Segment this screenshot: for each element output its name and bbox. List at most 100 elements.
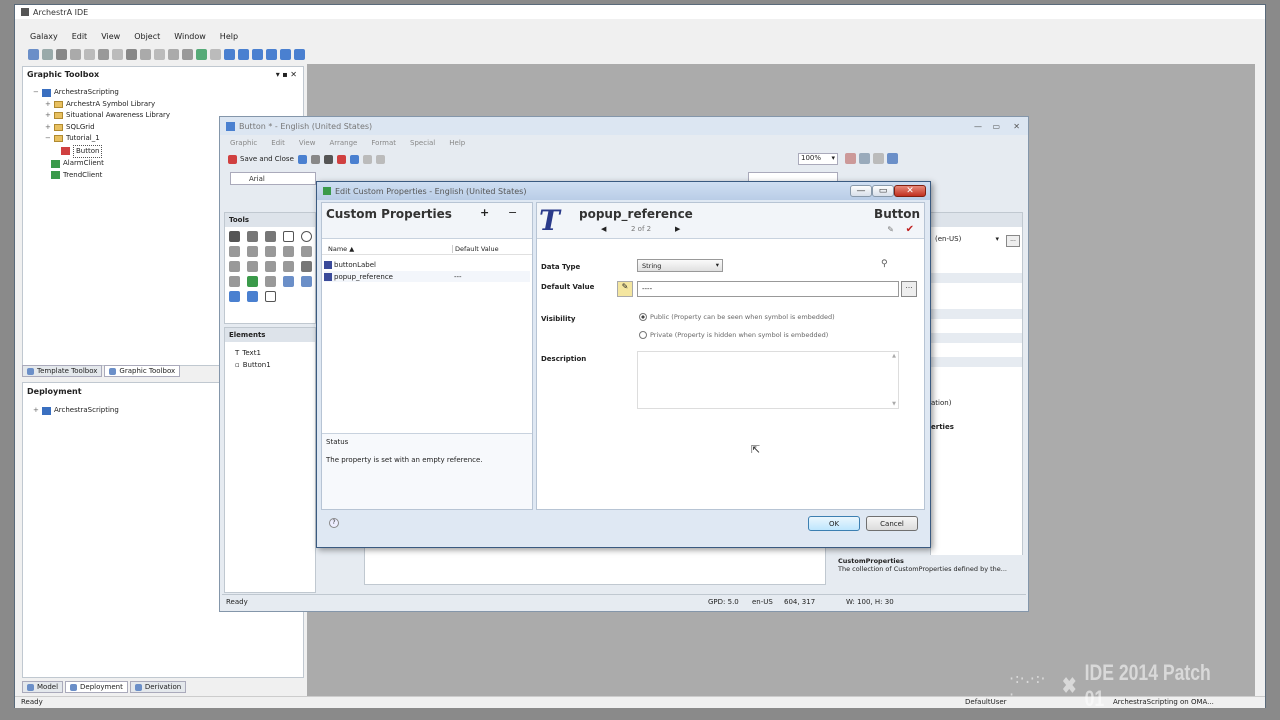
curve-icon[interactable] bbox=[229, 261, 240, 272]
toolbar-icon[interactable] bbox=[140, 49, 151, 60]
help-icon[interactable]: ? bbox=[329, 518, 339, 528]
toolbar-icon[interactable] bbox=[154, 49, 165, 60]
toolbar-icon[interactable] bbox=[375, 154, 385, 164]
properties-button[interactable]: ... bbox=[1006, 235, 1020, 247]
toolbar-icon[interactable] bbox=[238, 49, 249, 60]
menu-edit[interactable]: Edit bbox=[269, 139, 287, 147]
browse-button[interactable]: … bbox=[901, 281, 917, 297]
toolbar-icon[interactable] bbox=[310, 154, 320, 164]
minimize-button[interactable]: — bbox=[850, 185, 872, 197]
save-close-button[interactable]: Save and Close bbox=[228, 154, 294, 164]
toolbar-icon[interactable] bbox=[84, 49, 95, 60]
checkmark-icon[interactable]: ✔ bbox=[906, 224, 914, 235]
toolbar-icon[interactable] bbox=[294, 49, 305, 60]
menu-special[interactable]: Special bbox=[408, 139, 437, 147]
image-icon[interactable] bbox=[283, 276, 294, 287]
pointer-icon[interactable] bbox=[229, 231, 240, 242]
pin-icon[interactable]: ▾ ▪ ✕ bbox=[276, 70, 297, 79]
menu-graphic[interactable]: Graphic bbox=[228, 139, 259, 147]
drawing-canvas[interactable] bbox=[364, 545, 826, 585]
toolbar-icon[interactable] bbox=[126, 49, 137, 60]
arc-icon[interactable] bbox=[247, 246, 258, 257]
menu-arrange[interactable]: Arrange bbox=[327, 139, 359, 147]
scroll-up-icon[interactable]: ▲ bbox=[892, 353, 896, 359]
cancel-button[interactable]: Cancel bbox=[866, 516, 918, 531]
list-icon[interactable] bbox=[229, 276, 240, 287]
menu-edit[interactable]: Edit bbox=[70, 32, 90, 41]
wave-icon[interactable] bbox=[229, 291, 240, 302]
tree-item[interactable]: + SQLGrid bbox=[33, 122, 170, 134]
reference-toggle-icon[interactable]: ✎ bbox=[617, 281, 633, 297]
toolbar-icon[interactable] bbox=[28, 49, 39, 60]
toolbar-icon[interactable] bbox=[252, 49, 263, 60]
cross-icon[interactable] bbox=[265, 231, 276, 242]
menu-help[interactable]: Help bbox=[447, 139, 467, 147]
polygon-icon[interactable] bbox=[283, 246, 294, 257]
description-textarea[interactable]: ▲ ▼ bbox=[637, 351, 899, 409]
remove-property-button[interactable]: − bbox=[508, 206, 517, 219]
visibility-public-radio[interactable]: Public (Property can be seen when symbol… bbox=[639, 313, 835, 321]
tab-deployment[interactable]: Deployment bbox=[65, 681, 128, 693]
column-default-value[interactable]: Default Value bbox=[452, 245, 499, 253]
toolbar-icon[interactable] bbox=[56, 49, 67, 60]
line-icon[interactable] bbox=[247, 231, 258, 242]
menu-object[interactable]: Object bbox=[132, 32, 162, 41]
menu-help[interactable]: Help bbox=[218, 32, 240, 41]
default-value-input[interactable]: ---- bbox=[637, 281, 899, 297]
toolbar-icon[interactable] bbox=[196, 49, 207, 60]
ellipse-icon[interactable] bbox=[301, 231, 312, 242]
menu-window[interactable]: Window bbox=[172, 32, 208, 41]
property-row[interactable]: buttonLabel bbox=[324, 259, 530, 270]
toolbar-icon[interactable] bbox=[112, 49, 123, 60]
font-select[interactable]: Arial bbox=[230, 172, 316, 185]
next-icon[interactable]: ▶ bbox=[675, 225, 680, 233]
property-row-selected[interactable]: popup_reference --- bbox=[324, 271, 530, 282]
tree-item[interactable]: − ArchestraScripting bbox=[33, 87, 170, 99]
toolbar-icon[interactable] bbox=[859, 153, 870, 164]
tree-item[interactable]: AlarmClient bbox=[33, 158, 170, 170]
button-icon[interactable] bbox=[301, 276, 312, 287]
close-icon[interactable] bbox=[168, 49, 179, 60]
edit-icon[interactable]: ✎ bbox=[887, 225, 894, 234]
scroll-down-icon[interactable]: ▼ bbox=[892, 401, 896, 407]
undo-icon[interactable] bbox=[349, 154, 359, 164]
zoom-select[interactable]: 100% ▾ bbox=[798, 153, 838, 165]
toolbar-icon[interactable] bbox=[42, 49, 53, 60]
menu-view[interactable]: View bbox=[297, 139, 318, 147]
shape-icon[interactable] bbox=[283, 261, 294, 272]
toolbar-icon[interactable] bbox=[336, 154, 346, 164]
text-icon[interactable] bbox=[301, 261, 312, 272]
toolbar-icon[interactable] bbox=[266, 49, 277, 60]
menu-format[interactable]: Format bbox=[369, 139, 398, 147]
check-icon[interactable] bbox=[247, 276, 258, 287]
grid-icon[interactable] bbox=[265, 276, 276, 287]
toolbar-icon[interactable] bbox=[323, 154, 333, 164]
element-item[interactable]: T Text1 bbox=[235, 348, 271, 360]
minimize-icon[interactable]: — bbox=[974, 122, 982, 131]
curve-icon[interactable] bbox=[247, 261, 258, 272]
ok-button[interactable]: OK bbox=[808, 516, 860, 531]
toolbar-icon[interactable] bbox=[845, 153, 856, 164]
toolbar-icon[interactable] bbox=[280, 49, 291, 60]
column-name[interactable]: Name ▲ bbox=[328, 245, 354, 253]
maximize-icon[interactable]: ▭ bbox=[992, 122, 1000, 131]
tree-item[interactable]: + ArchestraScripting bbox=[33, 405, 119, 417]
visibility-private-radio[interactable]: Private (Property is hidden when symbol … bbox=[639, 331, 828, 339]
toolbar-icon[interactable] bbox=[297, 154, 307, 164]
chord-icon[interactable] bbox=[265, 246, 276, 257]
tab-model[interactable]: Model bbox=[22, 681, 64, 693]
tree-item[interactable]: + ArchestrA Symbol Library bbox=[33, 99, 170, 111]
toolbar-icon[interactable] bbox=[362, 154, 372, 164]
toolbar-icon[interactable] bbox=[98, 49, 109, 60]
tree-item[interactable]: − Tutorial_1 bbox=[33, 133, 170, 145]
toolbar-icon[interactable] bbox=[70, 49, 81, 60]
menu-galaxy[interactable]: Galaxy bbox=[28, 32, 60, 41]
maximize-button[interactable]: ▭ bbox=[872, 185, 894, 197]
toolbar-icon[interactable] bbox=[182, 49, 193, 60]
add-property-button[interactable]: + bbox=[480, 206, 489, 219]
tab-template-toolbox[interactable]: Template Toolbox bbox=[22, 365, 103, 377]
tab-graphic-toolbox[interactable]: Graphic Toolbox bbox=[104, 365, 181, 377]
shape-icon[interactable] bbox=[265, 261, 276, 272]
toolbar-icon[interactable] bbox=[210, 49, 221, 60]
polygon-icon[interactable] bbox=[301, 246, 312, 257]
